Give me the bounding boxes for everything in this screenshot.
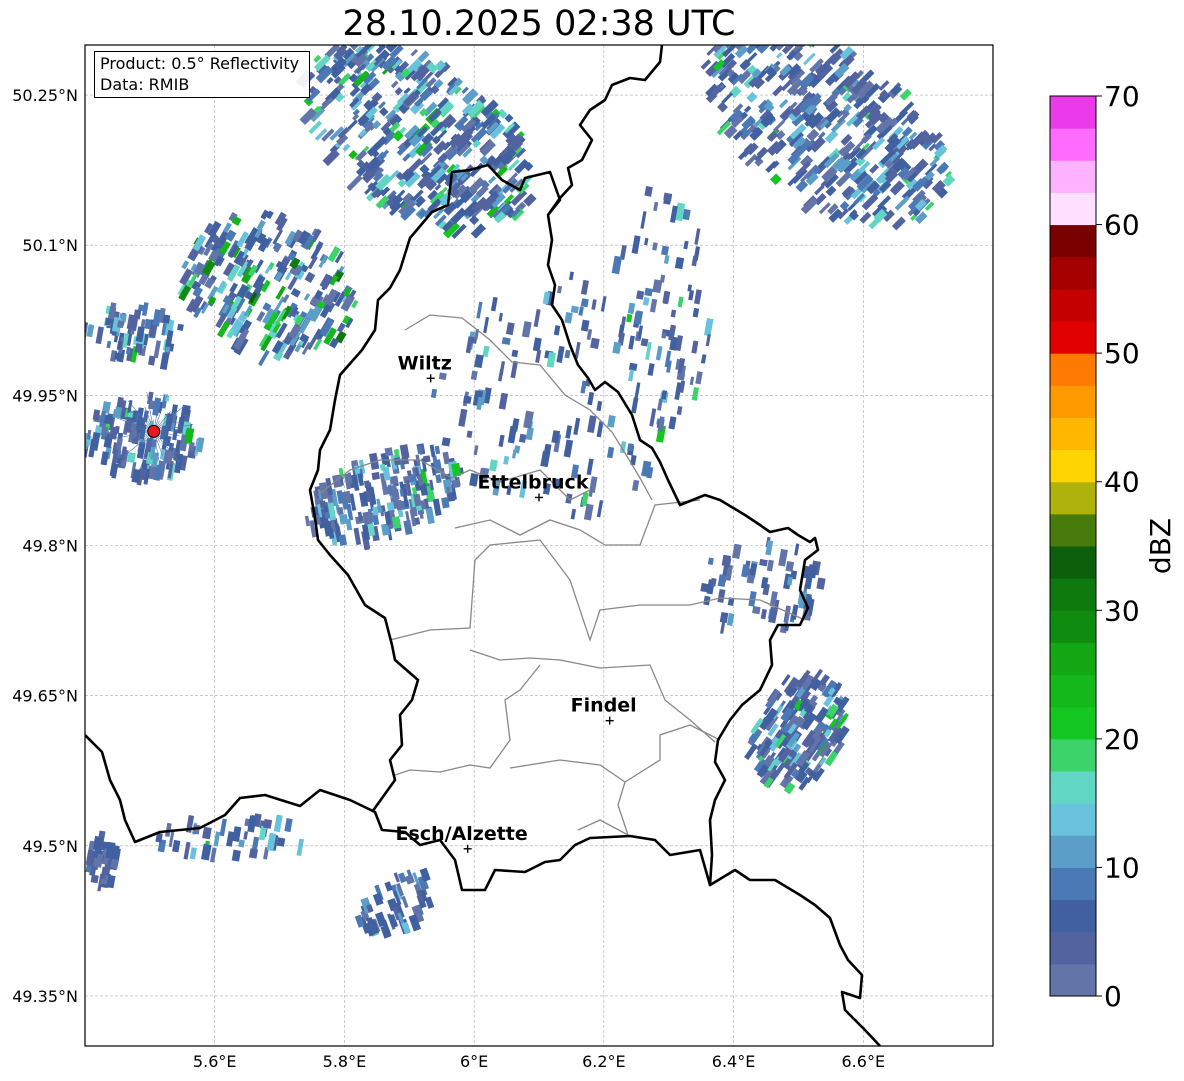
echo-cell — [580, 298, 589, 308]
y-tick-label: 49.5°N — [22, 837, 78, 856]
echo-cell — [181, 404, 191, 416]
echo-cell — [441, 437, 451, 447]
echo-cell — [722, 26, 736, 40]
y-tick-label: 50.1°N — [22, 236, 78, 255]
echo-cell — [177, 323, 184, 331]
y-ticks: 50.25°N 50.1°N 49.95°N 49.8°N 49.65°N 49.5°N 4… — [12, 86, 78, 1006]
y-tick-label: 49.95°N — [12, 386, 78, 405]
echo-cell — [663, 192, 673, 201]
echo-cell — [753, 28, 767, 42]
echo-cell — [263, 818, 273, 829]
city-label: Findel — [571, 695, 637, 717]
echo-cell — [463, 395, 472, 404]
echo-cell — [90, 874, 99, 884]
x-tick-label: 6.2°E — [582, 1052, 626, 1071]
echo-cell — [393, 457, 401, 466]
y-tick-label: 49.35°N — [12, 987, 78, 1006]
x-tick-label: 5.8°E — [323, 1052, 367, 1071]
y-tick-label: 49.8°N — [22, 537, 78, 556]
echo-cell — [798, 45, 813, 46]
echo-cell — [742, 25, 755, 38]
echo-cell — [733, 33, 741, 41]
radar-site-dot — [147, 424, 161, 438]
echo-cell — [785, 26, 800, 41]
echo-cell — [729, 36, 737, 44]
echo-cell — [747, 36, 755, 44]
echo-cell — [746, 21, 757, 32]
echo-cell — [117, 320, 125, 329]
echo-cell — [85, 865, 92, 873]
echo-cell — [276, 837, 286, 847]
echo-cell — [640, 338, 649, 347]
x-tick-label: 6°E — [460, 1052, 488, 1071]
echo-cell — [731, 25, 745, 39]
echo-cell — [752, 605, 761, 615]
x-tick-label: 6.4°E — [712, 1052, 756, 1071]
echo-cell — [570, 305, 579, 314]
echo-cell — [700, 582, 710, 593]
product-info-box: Product: 0.5° Reflectivity Data: RMIB — [94, 51, 310, 98]
city-label: Ettelbruck — [478, 471, 589, 493]
echo-cell — [384, 447, 394, 457]
echo-cell — [758, 31, 769, 42]
echo-cell — [371, 471, 381, 481]
y-tick-label: 50.25°N — [12, 86, 78, 105]
echo-cell — [103, 414, 113, 425]
x-tick-label: 6.6°E — [842, 1052, 886, 1071]
echo-cell — [762, 26, 771, 35]
echo-cell — [735, 30, 746, 41]
echo-cell — [501, 337, 511, 345]
radar-map: 5.6°E 5.8°E 6°E 6.2°E 6.4°E 6.6°E 50.25°N 50.1… — [12, 21, 994, 1071]
x-ticks: 5.6°E 5.8°E 6°E 6.2°E 6.4°E 6.6°E — [193, 1052, 885, 1071]
echo-cell — [451, 479, 461, 489]
city-label: Esch/Alzette — [396, 823, 528, 845]
echo-cell — [319, 500, 327, 509]
y-tick-label: 49.65°N — [12, 687, 78, 706]
echo-cell — [248, 848, 258, 859]
city-label: Wiltz — [398, 352, 452, 374]
echo-cell — [737, 45, 755, 47]
echo-cell — [770, 26, 786, 42]
echo-cell — [339, 514, 349, 525]
echo-cell — [676, 372, 686, 381]
echo-cell — [389, 475, 399, 485]
echo-cell — [766, 28, 777, 39]
echo-cell — [644, 287, 653, 297]
echo-cell — [114, 352, 123, 361]
data-source-label: Data: RMIB — [100, 75, 190, 94]
product-label: Product: 0.5° Reflectivity — [100, 54, 300, 73]
x-tick-label: 5.6°E — [193, 1052, 237, 1071]
echo-cell — [511, 349, 519, 358]
echo-cell — [636, 290, 645, 300]
echo-cell — [785, 23, 796, 34]
echo-cell — [759, 558, 768, 567]
